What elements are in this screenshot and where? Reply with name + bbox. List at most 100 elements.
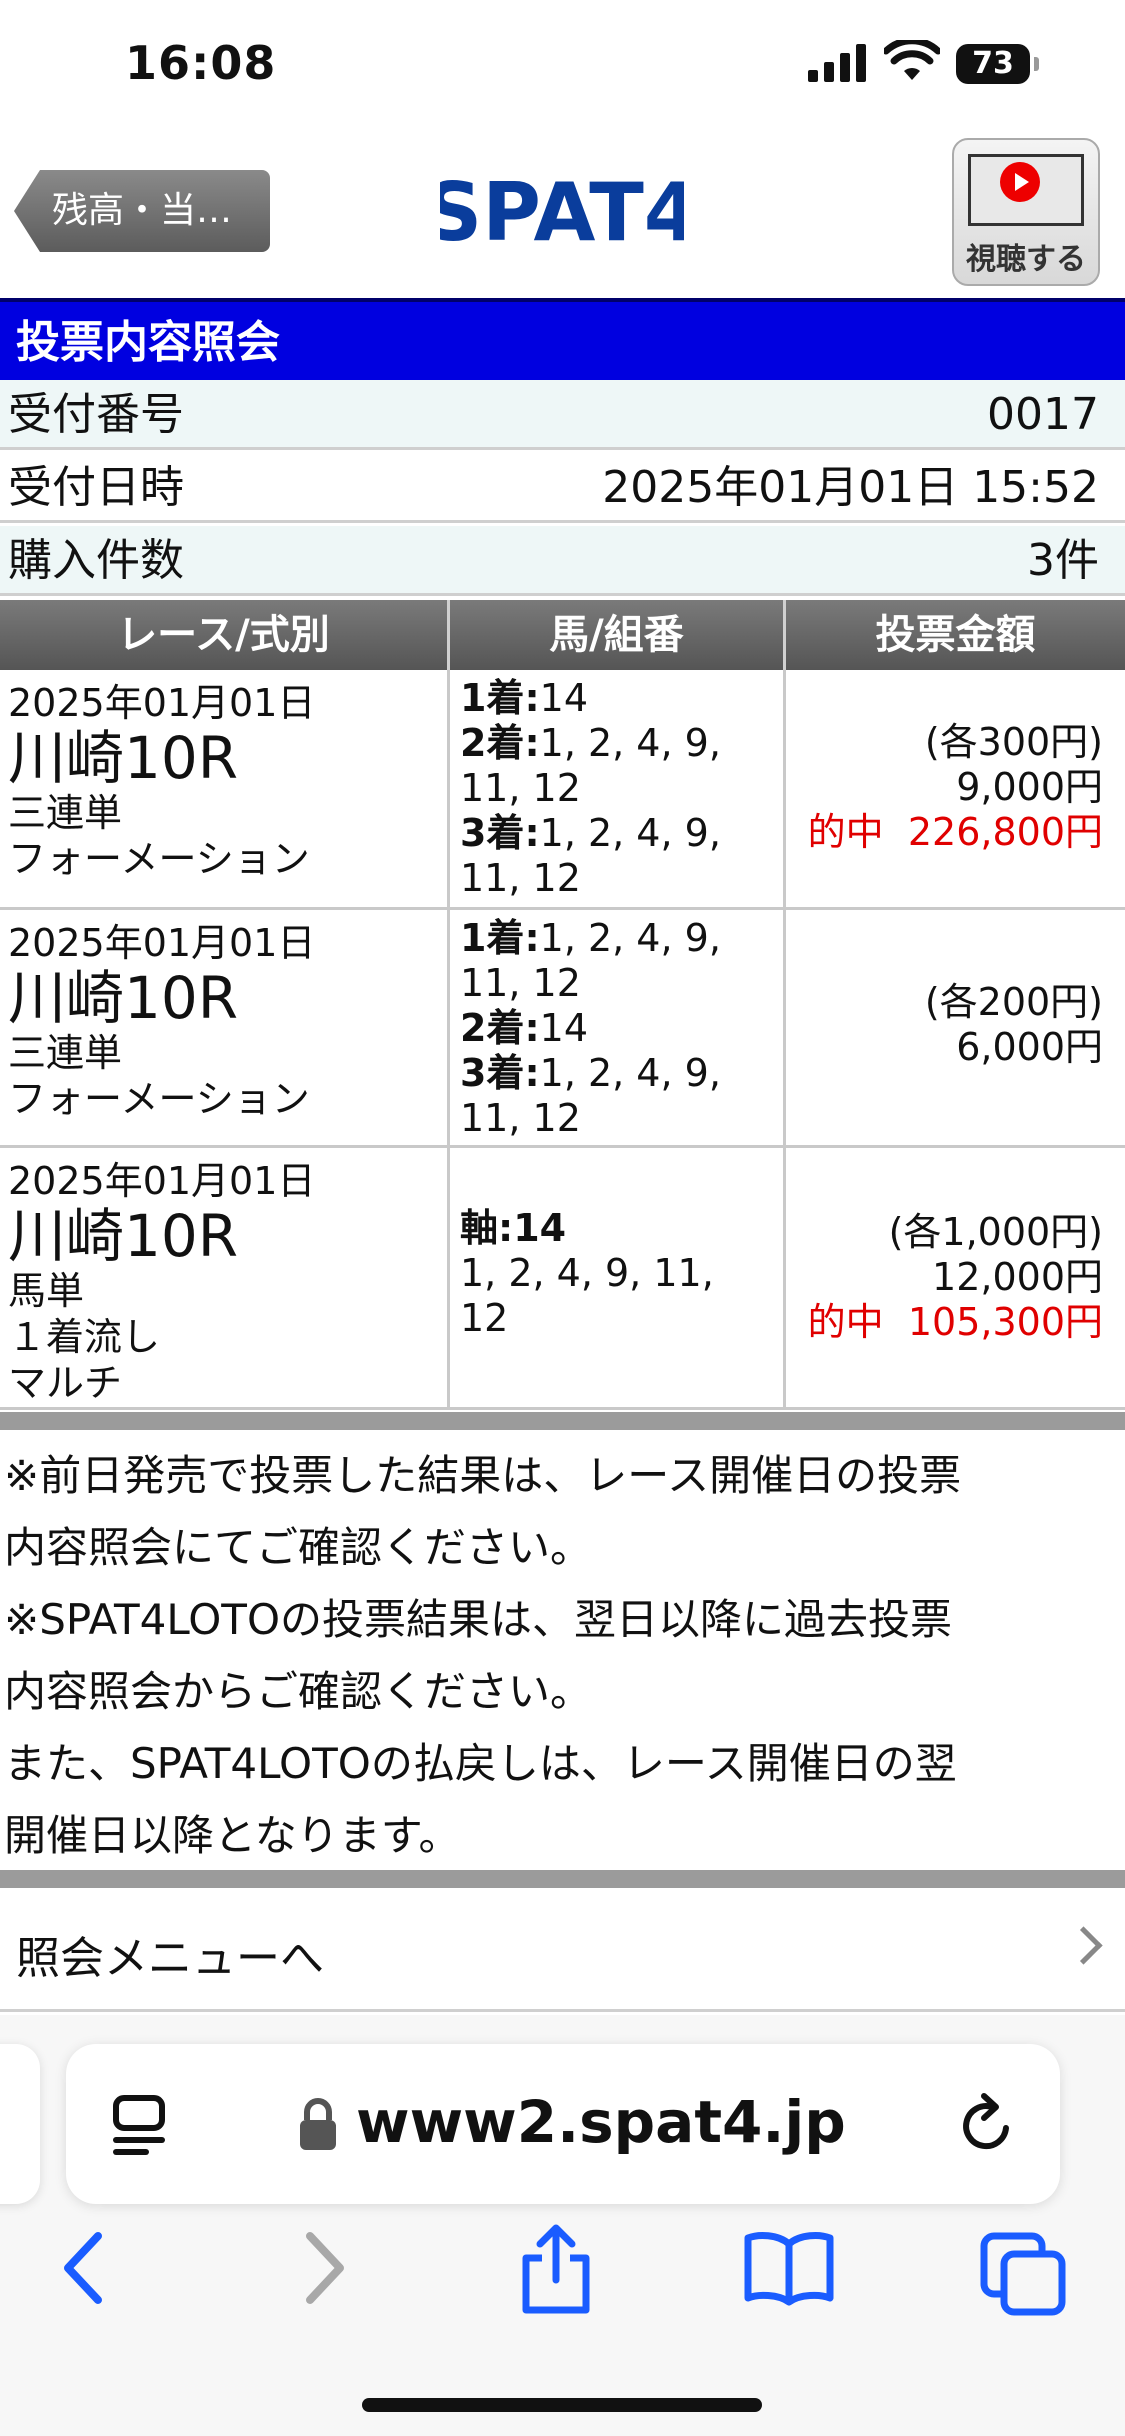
info-value: 2025年01月01日 15:52 xyxy=(602,462,1099,513)
column-header-race: レース/式別 xyxy=(0,600,450,670)
race-cell: 2025年01月01日 川崎10R 馬単 １着流し マルチ xyxy=(0,1148,450,1407)
combination-line: 2着:14 xyxy=(460,1006,588,1050)
info-key: 受付番号 xyxy=(8,389,184,440)
tabs-icon[interactable] xyxy=(980,2232,1068,2316)
address-bar[interactable]: www2.spat4.jp xyxy=(66,2044,1060,2204)
previous-tab[interactable] xyxy=(0,2044,40,2204)
race-date: 2025年01月01日 xyxy=(8,681,316,725)
hit-label: 的中 xyxy=(807,1300,884,1344)
info-key: 購入件数 xyxy=(8,535,184,586)
note-line: ※SPAT4LOTOの投票結果は、翌日以降に過去投票 xyxy=(4,1595,953,1644)
note-line: 開催日以降となります。 xyxy=(4,1811,461,1860)
info-row-purchase-count: 購入件数 3件 xyxy=(0,526,1125,596)
status-bar: 16:08 73 xyxy=(0,0,1125,120)
total-amount: 6,000円 xyxy=(956,1025,1103,1069)
combination-line: 12 xyxy=(460,1296,509,1340)
unit-amount: (各200円) xyxy=(924,980,1103,1024)
total-amount: 9,000円 xyxy=(956,765,1103,809)
svg-text:SPAT4: SPAT4 xyxy=(440,166,684,259)
bet-method: フォーメーション xyxy=(8,1077,310,1121)
wifi-icon xyxy=(884,40,940,80)
race-cell: 2025年01月01日 川崎10R 三連単 フォーメーション xyxy=(0,670,450,907)
table-row: 2025年01月01日 川崎10R 三連単 フォーメーション 1着:1, 2, … xyxy=(0,910,1125,1148)
race-name: 川崎10R xyxy=(8,724,239,792)
reader-mode-icon[interactable] xyxy=(110,2094,172,2156)
race-name: 川崎10R xyxy=(8,1202,239,1270)
back-chevron-icon[interactable] xyxy=(58,2230,108,2306)
combination-cell: 軸:14 1, 2, 4, 9, 11, 12 xyxy=(450,1148,786,1407)
column-header-amount: 投票金額 xyxy=(786,600,1125,670)
combination-cell: 1着:14 2着:1, 2, 4, 9, 11, 12 3着:1, 2, 4, … xyxy=(450,670,786,907)
share-icon[interactable] xyxy=(516,2224,596,2316)
divider xyxy=(0,1870,1125,1888)
back-button[interactable]: 残高・当… xyxy=(14,170,270,252)
note-line: 内容照会にてご確認ください。 xyxy=(4,1523,593,1572)
note-line: ※前日発売で投票した結果は、レース開催日の投票 xyxy=(4,1451,962,1500)
bet-type: 馬単 xyxy=(8,1269,85,1313)
combination-list: 1着:1, 2, 4, 9, 11, 12 2着:14 3着:1, 2, 4, … xyxy=(460,916,783,1141)
url-text: www2.spat4.jp xyxy=(356,2088,846,2156)
table-row: 2025年01月01日 川崎10R 三連単 フォーメーション 1着:14 2着:… xyxy=(0,670,1125,910)
info-value: 3件 xyxy=(1027,535,1099,586)
bet-method: １着流し xyxy=(8,1315,161,1359)
amount-cell: (各300円) 9,000円 的中 226,800円 xyxy=(786,670,1125,907)
payout: 的中 105,300円 xyxy=(786,1300,1103,1345)
table-row: 2025年01月01日 川崎10R 馬単 １着流し マルチ 軸:14 1, 2,… xyxy=(0,1148,1125,1410)
combination-list: 軸:14 1, 2, 4, 9, 11, 12 xyxy=(460,1206,783,1341)
page-title: 投票内容照会 xyxy=(0,298,1125,380)
combination-line: 11, 12 xyxy=(460,766,581,810)
combination-list: 1着:14 2着:1, 2, 4, 9, 11, 12 3着:1, 2, 4, … xyxy=(460,676,783,901)
amount-cell: (各1,000円) 12,000円 的中 105,300円 xyxy=(786,1148,1125,1407)
reload-icon[interactable] xyxy=(956,2090,1020,2158)
battery-icon: 73 xyxy=(956,44,1039,84)
combination-line: 軸:14 xyxy=(460,1206,567,1250)
bet-type: 三連単 xyxy=(8,1031,123,1075)
total-amount: 12,000円 xyxy=(932,1255,1103,1299)
hit-amount: 105,300円 xyxy=(907,1300,1103,1344)
forward-chevron-icon[interactable] xyxy=(300,2230,350,2306)
bet-type: 三連単 xyxy=(8,791,123,835)
race-date: 2025年01月01日 xyxy=(8,921,316,965)
race-date: 2025年01月01日 xyxy=(8,1159,316,1203)
combination-line: 11, 12 xyxy=(460,856,581,900)
watch-video-button[interactable]: 視聴する xyxy=(952,138,1100,286)
hit-label: 的中 xyxy=(807,810,884,854)
note-line: 内容照会からご確認ください。 xyxy=(4,1667,593,1716)
amount-cell: (各200円) 6,000円 xyxy=(786,910,1125,1145)
bookmarks-icon[interactable] xyxy=(742,2230,836,2306)
home-indicator xyxy=(362,2398,762,2412)
note-line: また、SPAT4LOTOの払戻しは、レース開催日の翌 xyxy=(4,1739,957,1788)
combination-line: 2着:1, 2, 4, 9, xyxy=(460,721,721,765)
combination-line: 11, 12 xyxy=(460,961,581,1005)
unit-amount: (各1,000円) xyxy=(888,1210,1103,1254)
hit-amount: 226,800円 xyxy=(907,810,1103,854)
lock-icon xyxy=(300,2098,336,2150)
spat4-logo: SPAT4 xyxy=(440,166,684,259)
info-value: 0017 xyxy=(987,389,1099,440)
race-name: 川崎10R xyxy=(8,964,239,1032)
menu-link-label: 照会メニューへ xyxy=(16,1933,324,1984)
notes: ※前日発売で投票した結果は、レース開催日の投票 内容照会にてご確認ください。 ※… xyxy=(4,1440,1122,1872)
inquiry-menu-link[interactable]: 照会メニューへ xyxy=(0,1892,1125,2012)
combination-cell: 1着:1, 2, 4, 9, 11, 12 2着:14 3着:1, 2, 4, … xyxy=(450,910,786,1145)
info-key: 受付日時 xyxy=(8,462,184,513)
info-row-receipt-datetime: 受付日時 2025年01月01日 15:52 xyxy=(0,453,1125,523)
combination-line: 3着:1, 2, 4, 9, xyxy=(460,811,721,855)
clock: 16:08 xyxy=(125,36,277,90)
combination-line: 1着:14 xyxy=(460,676,588,720)
combination-line: 3着:1, 2, 4, 9, xyxy=(460,1051,721,1095)
watch-label: 視聴する xyxy=(966,242,1086,277)
combination-line: 1着:1, 2, 4, 9, xyxy=(460,916,721,960)
bet-option: マルチ xyxy=(8,1361,123,1405)
payout: 的中 226,800円 xyxy=(786,810,1103,855)
bet-method: フォーメーション xyxy=(8,837,310,881)
cellular-signal-icon xyxy=(808,44,866,82)
combination-line: 1, 2, 4, 9, 11, xyxy=(460,1251,714,1295)
column-header-combination: 馬/組番 xyxy=(450,600,786,670)
unit-amount: (各300円) xyxy=(924,720,1103,764)
play-icon xyxy=(1000,162,1040,202)
site-header: 残高・当… SPAT4 視聴する xyxy=(0,120,1125,300)
combination-line: 11, 12 xyxy=(460,1096,581,1140)
chevron-right-icon xyxy=(1064,1926,1103,1965)
info-row-receipt-number: 受付番号 0017 xyxy=(0,380,1125,450)
